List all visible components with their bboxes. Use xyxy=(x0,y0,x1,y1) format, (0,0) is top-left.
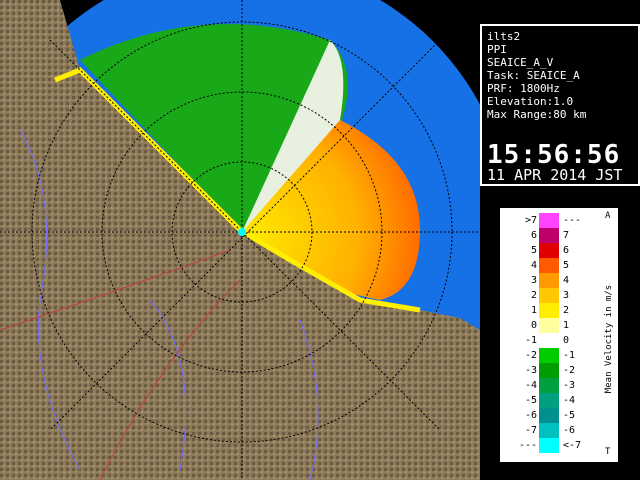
legend-lower-value: 6 xyxy=(530,230,537,241)
legend-swatch xyxy=(539,288,559,303)
legend-row: -7 -6 xyxy=(501,423,617,439)
legend-row: 01 xyxy=(501,318,617,334)
legend-upper-value: 7 xyxy=(563,230,570,241)
legend-upper-value: -2 xyxy=(563,365,576,376)
legend-upper-value: --- xyxy=(563,215,582,226)
legend-row: 23 xyxy=(501,288,617,304)
legend-row: >7 --- xyxy=(501,213,617,229)
prf-label: PRF: 1800Hz xyxy=(487,82,560,95)
radar-map xyxy=(0,0,480,480)
dataset-name: SEAICE_A_V xyxy=(487,56,554,69)
legend-upper-value: 3 xyxy=(563,290,570,301)
legend-row: -1 0 xyxy=(501,333,617,349)
legend-lower-value: --- xyxy=(518,440,537,451)
legend-lower-value: >7 xyxy=(524,215,537,226)
legend-swatch xyxy=(539,228,559,243)
legend-swatch xyxy=(539,303,559,318)
product-type: PPI xyxy=(487,43,507,56)
legend-lower-value: -5 xyxy=(524,395,537,406)
legend-swatch xyxy=(539,408,559,423)
legend-row: -2 -1 xyxy=(501,348,617,364)
legend-swatch xyxy=(539,318,559,333)
legend-swatch xyxy=(539,243,559,258)
legend-row: 56 xyxy=(501,243,617,259)
legend-lower-value: -2 xyxy=(524,350,537,361)
legend-row: --- <-7 xyxy=(501,438,617,454)
legend-upper-value: 0 xyxy=(563,335,570,346)
legend-upper-value: -3 xyxy=(563,380,576,391)
legend-lower-value: 5 xyxy=(530,245,537,256)
legend-upper-value: 4 xyxy=(563,275,570,286)
scan-date: 11 APR 2014 JST xyxy=(487,166,623,184)
velocity-legend: A Mean Velocity in m/s T >7 --- 6 7 5 6 4 5 3 4 2 3… xyxy=(500,208,618,462)
legend-lower-value: -3 xyxy=(524,365,537,376)
legend-row: 34 xyxy=(501,273,617,289)
legend-row: -5 -4 xyxy=(501,393,617,409)
legend-swatch xyxy=(539,363,559,378)
legend-row: 12 xyxy=(501,303,617,319)
legend-swatch xyxy=(539,348,559,363)
legend-upper-value: -6 xyxy=(563,425,576,436)
legend-upper-value: 1 xyxy=(563,320,570,331)
legend-lower-value: -4 xyxy=(524,380,537,391)
legend-lower-value: 4 xyxy=(530,260,537,271)
info-panel: ilts2 PPI SEAICE_A_V Task: SEAICE_A PRF:… xyxy=(480,24,640,186)
legend-lower-value: -6 xyxy=(524,410,537,421)
legend-upper-value: -1 xyxy=(563,350,576,361)
legend-upper-value: -5 xyxy=(563,410,576,421)
legend-lower-value: 3 xyxy=(530,275,537,286)
site-name: ilts2 xyxy=(487,30,521,43)
legend-upper-value: -4 xyxy=(563,395,576,406)
legend-swatch xyxy=(539,438,559,453)
legend-lower-value: 2 xyxy=(530,290,537,301)
legend-row: 67 xyxy=(501,228,617,244)
task-label: Task: SEAICE_A xyxy=(487,69,580,82)
legend-swatch xyxy=(539,333,559,348)
legend-upper-value: 5 xyxy=(563,260,570,271)
max-range-label: Max Range:80 km xyxy=(487,108,587,121)
legend-swatch xyxy=(539,273,559,288)
legend-row: 45 xyxy=(501,258,617,274)
legend-row: -6 -5 xyxy=(501,408,617,424)
legend-row: -4 -3 xyxy=(501,378,617,394)
legend-lower-value: 0 xyxy=(530,320,537,331)
radar-site-marker xyxy=(238,228,246,236)
legend-upper-value: 2 xyxy=(563,305,570,316)
legend-lower-value: -1 xyxy=(524,335,537,346)
legend-upper-value: <-7 xyxy=(563,440,582,451)
elevation-label: Elevation:1.0 xyxy=(487,95,574,108)
legend-swatch xyxy=(539,393,559,408)
legend-swatch xyxy=(539,423,559,438)
legend-row: -3 -2 xyxy=(501,363,617,379)
legend-upper-value: 6 xyxy=(563,245,570,256)
legend-lower-value: -7 xyxy=(524,425,537,436)
legend-lower-value: 1 xyxy=(530,305,537,316)
legend-swatch xyxy=(539,378,559,393)
legend-swatch xyxy=(539,213,559,228)
radar-ppi-display xyxy=(0,0,480,480)
legend-swatch xyxy=(539,258,559,273)
